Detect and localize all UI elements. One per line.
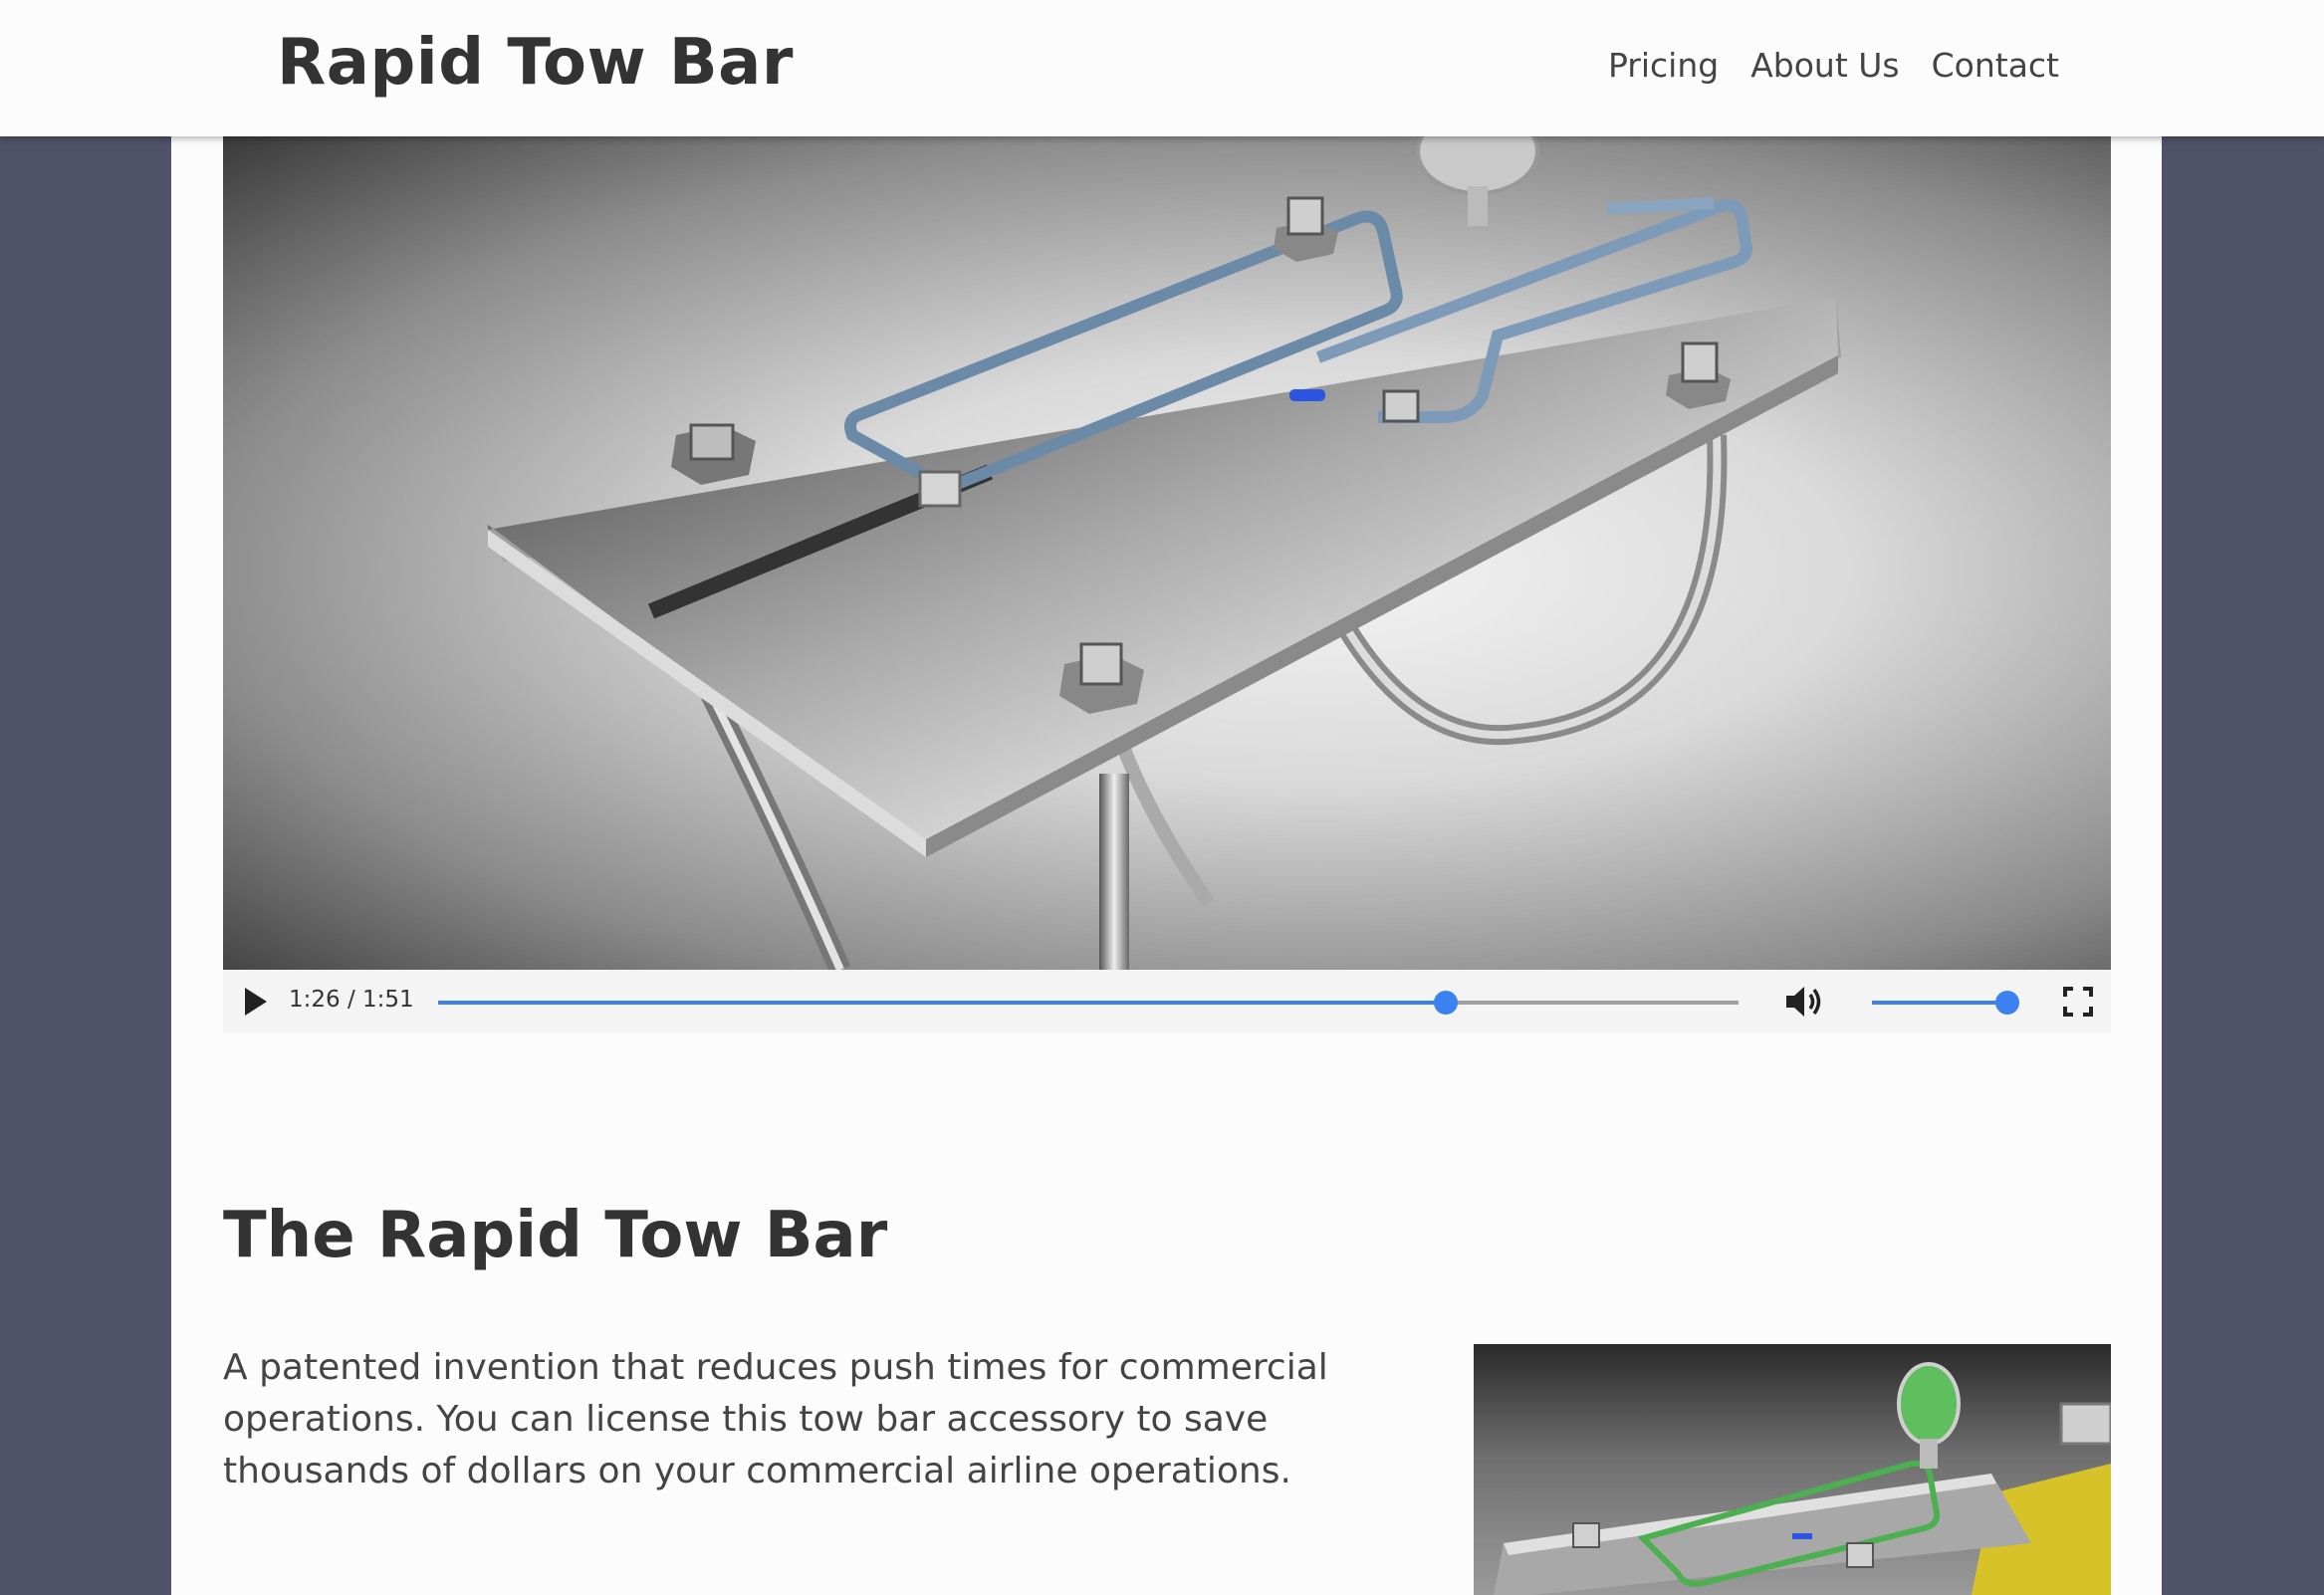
video-time-label: 1:26 / 1:51: [289, 987, 414, 1013]
brand-title[interactable]: Rapid Tow Bar: [277, 26, 794, 100]
video-player-frame[interactable]: [223, 136, 2111, 970]
bolt-1: [671, 423, 756, 485]
fullscreen-icon[interactable]: [2063, 987, 2093, 1017]
seek-progress-fill: [438, 1001, 1447, 1005]
tow-bar-thumbnail-image: [1474, 1344, 2111, 1595]
nav-link-pricing[interactable]: Pricing: [1608, 46, 1719, 85]
video-seek-slider[interactable]: [438, 991, 1739, 1015]
volume-icon[interactable]: [1784, 984, 1828, 1020]
volume-level-fill: [1872, 1001, 2007, 1005]
section-description: A patented invention that reduces push t…: [223, 1347, 1328, 1491]
volume-slider[interactable]: [1872, 991, 2019, 1015]
nav-links: Pricing About Us Contact: [1608, 46, 2059, 85]
play-icon[interactable]: [245, 988, 267, 1016]
top-navbar: Rapid Tow Bar Pricing About Us Contact: [0, 0, 2324, 136]
video-controls-bar: 1:26 / 1:51: [223, 970, 2111, 1033]
nav-link-about-us[interactable]: About Us: [1750, 46, 1899, 85]
seek-thumb[interactable]: [1434, 991, 1459, 1015]
volume-thumb[interactable]: [1994, 991, 2019, 1015]
nav-link-contact[interactable]: Contact: [1932, 46, 2059, 85]
tow-bar-render-image: [488, 136, 1841, 970]
section-title: The Rapid Tow Bar: [223, 1199, 888, 1272]
